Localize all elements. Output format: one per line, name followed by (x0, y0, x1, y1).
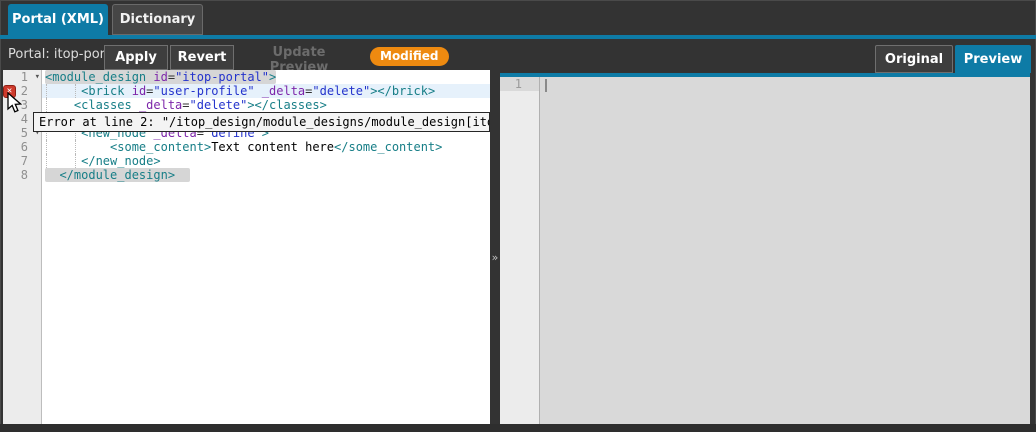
indent-guide (75, 140, 76, 154)
code-token: </module_design> (59, 168, 175, 182)
line-number: 7 (21, 154, 28, 168)
line-number: 1 (21, 70, 28, 84)
preview-gutter-line-1: 1 (500, 77, 539, 91)
code-token: "delete" (190, 98, 248, 112)
line-number: 2 (21, 84, 28, 98)
gutter-line-6[interactable]: 6 (3, 140, 41, 154)
modified-badge: Modified (370, 47, 449, 66)
gutter-line-1[interactable]: 1▾ (3, 70, 41, 84)
preview-pane-top-border (500, 73, 1030, 77)
code-token: _delta (262, 84, 305, 98)
pane-splitter[interactable]: » (490, 70, 500, 424)
code-token: > (269, 70, 276, 84)
code-token: <some_content> (110, 140, 211, 154)
code-token (124, 84, 131, 98)
code-token: </some_content> (334, 140, 442, 154)
code-line-3[interactable]: <classes _delta="delete"></classes> (42, 98, 490, 112)
code-token (45, 98, 74, 112)
code-token: _delta (139, 98, 182, 112)
line-number: 3 (21, 98, 28, 112)
tab-portal-xml[interactable]: Portal (XML) (8, 4, 108, 35)
code-line-8[interactable]: </module_design> (42, 168, 490, 182)
code-token: ></brick> (370, 84, 435, 98)
indent-guide (46, 140, 47, 154)
code-token (45, 168, 59, 182)
code-token: </new_node> (81, 154, 160, 168)
error-tooltip: Error at line 2: "/itop_design/module_de… (33, 112, 490, 132)
tab-dictionary[interactable]: Dictionary (112, 4, 203, 35)
revert-button[interactable]: Revert (170, 45, 234, 70)
code-token: <module_design (45, 70, 146, 84)
gutter-line-3[interactable]: 3 (3, 98, 41, 112)
apply-button[interactable]: Apply (104, 45, 168, 70)
code-token: <brick (81, 84, 124, 98)
indent-guide (75, 84, 76, 98)
code-token: id (153, 70, 167, 84)
code-token: id (132, 84, 146, 98)
gutter-line-7[interactable]: 7 (3, 154, 41, 168)
preview-line-number: 1 (515, 77, 522, 91)
preview-gutter: 1 (500, 77, 540, 424)
code-token: "delete" (312, 84, 370, 98)
code-token: "itop-portal" (175, 70, 269, 84)
indent-guide (46, 84, 47, 98)
code-token: = (182, 98, 189, 112)
code-token: Text content here (211, 140, 334, 154)
code-token (255, 84, 262, 98)
bottom-frame (0, 424, 1036, 432)
matching-tag-highlight: <module_design id="itop-portal"> (45, 70, 276, 84)
code-line-2[interactable]: <brick id="user-profile" _delta="delete"… (42, 84, 490, 98)
code-token: <classes (74, 98, 132, 112)
code-line-6[interactable]: <some_content>Text content here</some_co… (42, 140, 490, 154)
code-token (132, 98, 139, 112)
update-preview-button[interactable]: Update Preview (243, 45, 355, 70)
code-token: = (168, 70, 175, 84)
code-line-7[interactable]: </new_node> (42, 154, 490, 168)
matching-tag-highlight: </module_design> (45, 168, 190, 182)
code-token (175, 168, 189, 182)
line-number: 8 (21, 168, 28, 182)
line-number: 5 (21, 126, 28, 140)
gutter-line-8[interactable]: 8 (3, 168, 41, 182)
code-token: ></classes> (247, 98, 326, 112)
preview-text-cursor (545, 79, 547, 92)
splitter-collapse-icon[interactable]: » (490, 252, 500, 263)
error-marker-icon[interactable]: ✕ (3, 85, 16, 98)
line-number: 6 (21, 140, 28, 154)
code-token (45, 140, 110, 154)
preview-button[interactable]: Preview (955, 45, 1031, 73)
line-number: 4 (21, 112, 28, 126)
original-button[interactable]: Original (875, 45, 953, 73)
code-token: "user-profile" (153, 84, 254, 98)
indent-guide (46, 98, 47, 112)
toolbar: Portal: itop-portal Apply Revert Update … (0, 39, 1036, 70)
portal-xml-editor-window: Portal (XML) Dictionary Portal: itop-por… (0, 0, 1036, 432)
code-line-1[interactable]: <module_design id="itop-portal"> (42, 70, 490, 84)
indent-guide (46, 154, 47, 168)
fold-arrow-icon[interactable]: ▾ (35, 70, 40, 84)
indent-guide (75, 154, 76, 168)
preview-pane[interactable]: 1 (500, 73, 1030, 424)
